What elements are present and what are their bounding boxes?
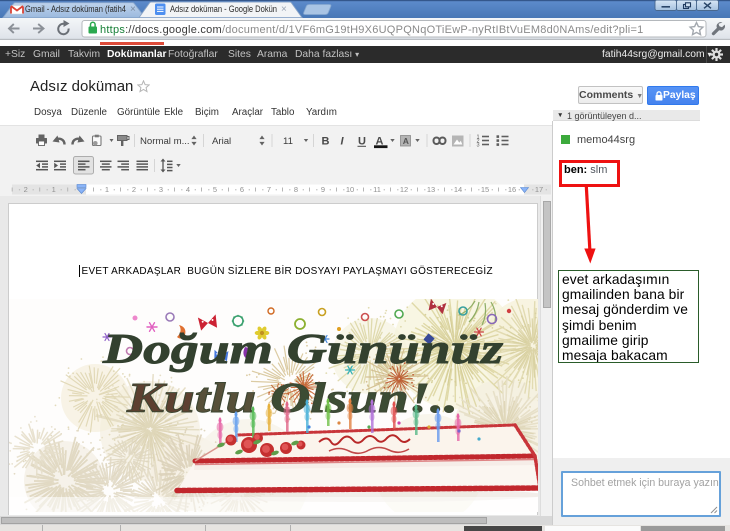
svg-text:7: 7 [267, 185, 271, 194]
svg-text:13: 13 [427, 185, 435, 194]
svg-text:6: 6 [240, 185, 244, 194]
svg-text:3: 3 [477, 143, 480, 149]
svg-text:3: 3 [159, 185, 163, 194]
svg-text:Gmail - Adsız doküman (fatih4: Gmail - Adsız doküman (fatih4 [25, 4, 126, 14]
svg-text:2: 2 [24, 185, 28, 194]
svg-text:2: 2 [132, 185, 136, 194]
svg-text:1: 1 [105, 185, 109, 194]
svg-text:15: 15 [481, 185, 489, 194]
svg-text:×: × [130, 4, 136, 15]
svg-text:U: U [358, 136, 366, 148]
svg-text:8: 8 [294, 185, 298, 194]
svg-text:1: 1 [52, 185, 56, 194]
svg-text:16: 16 [508, 185, 516, 194]
svg-text:Adsız doküman - Google Dokün: Adsız doküman - Google Dokün [170, 4, 277, 14]
svg-text:Arial: Arial [212, 136, 231, 147]
svg-text:12: 12 [400, 185, 408, 194]
svg-text:I: I [341, 136, 345, 148]
svg-text:9: 9 [321, 185, 325, 194]
svg-text:10: 10 [346, 185, 354, 194]
svg-text:4: 4 [186, 185, 190, 194]
svg-text:Kutlu Olsun!..: Ku tlu Olsun!.. [126, 376, 458, 422]
svg-text:11: 11 [283, 136, 293, 147]
svg-text:Doğum Gününüz: Doğum Gününüz [102, 327, 504, 373]
svg-text:B: B [322, 136, 330, 148]
svg-text:17: 17 [535, 185, 543, 194]
svg-text:14: 14 [454, 185, 462, 194]
svg-text:A: A [403, 136, 409, 146]
svg-text:5: 5 [213, 185, 217, 194]
svg-text:×: × [281, 4, 287, 15]
svg-text:Normal m...: Normal m... [140, 136, 190, 147]
svg-text:11: 11 [373, 185, 381, 194]
